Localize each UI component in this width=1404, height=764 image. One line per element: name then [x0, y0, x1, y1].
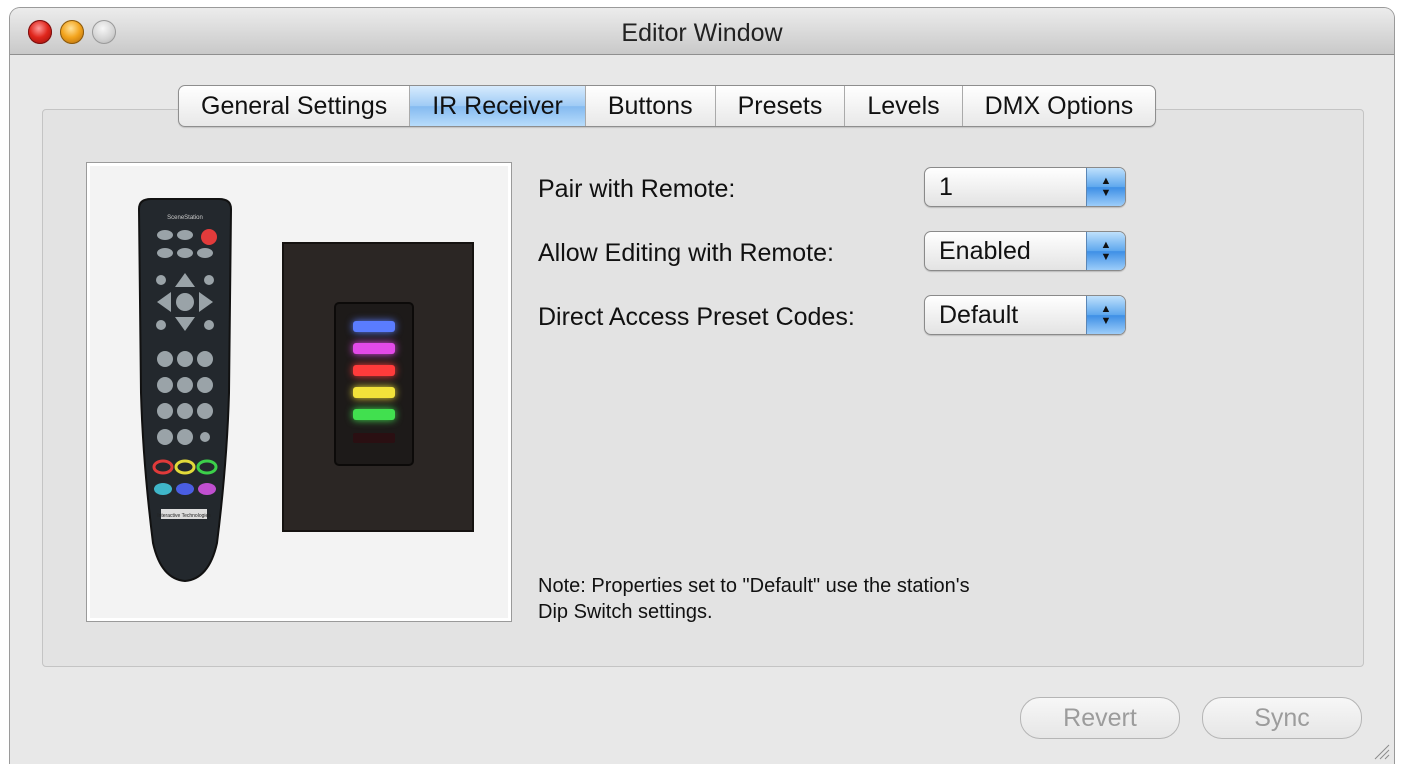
pair-with-remote-label: Pair with Remote: [538, 175, 736, 203]
note-line-2: Dip Switch settings. [538, 601, 713, 623]
led-indicator [353, 365, 395, 376]
revert-button[interactable]: Revert [1020, 697, 1180, 739]
remote-control-image: SceneStation Interactive Technologies [137, 198, 233, 583]
note-line-1: Note: Properties set to "Default" use th… [538, 575, 970, 597]
led-indicator [353, 387, 395, 398]
title-bar[interactable]: Editor Window [10, 8, 1394, 55]
chevron-updown-icon: ▲ ▼ [1086, 232, 1125, 270]
allow-editing-select[interactable]: Enabled ▲ ▼ [924, 231, 1126, 271]
wall-station-image [282, 242, 474, 532]
window-title: Editor Window [621, 19, 783, 47]
led-indicator [353, 343, 395, 354]
remote-brand-text: SceneStation [167, 215, 203, 221]
allow-editing-value: Enabled [939, 237, 1031, 265]
led-indicator [353, 321, 395, 332]
device-illustration: SceneStation Interactive Technologies [137, 198, 474, 583]
tab-buttons[interactable]: Buttons [584, 86, 715, 126]
tab-general-settings[interactable]: General Settings [179, 86, 409, 126]
resize-grip-icon[interactable] [1372, 742, 1390, 760]
direct-access-codes-select[interactable]: Default ▲ ▼ [924, 295, 1126, 335]
chevron-updown-icon: ▲ ▼ [1086, 296, 1125, 334]
tab-ir-receiver[interactable]: IR Receiver [409, 86, 585, 126]
direct-access-codes-label: Direct Access Preset Codes: [538, 303, 855, 331]
ir-receiver-window [353, 433, 395, 443]
led-indicator [353, 409, 395, 420]
allow-editing-label: Allow Editing with Remote: [538, 239, 834, 267]
pair-with-remote-select[interactable]: 1 ▲ ▼ [924, 167, 1126, 207]
editor-window: Editor Window General Settings IR Receiv… [10, 8, 1394, 764]
tab-dmx-options[interactable]: DMX Options [961, 86, 1156, 126]
tab-bar: General Settings IR Receiver Buttons Pre… [178, 85, 1157, 127]
direct-access-codes-value: Default [939, 301, 1019, 329]
remote-maker-text: Interactive Technologies [157, 513, 211, 519]
device-image-well: SceneStation Interactive Technologies [86, 162, 512, 622]
tab-presets[interactable]: Presets [714, 86, 845, 126]
note-text: Note: Properties set to "Default" use th… [538, 573, 970, 625]
pair-with-remote-value: 1 [939, 173, 953, 201]
window-content: General Settings IR Receiver Buttons Pre… [10, 55, 1394, 764]
sync-button[interactable]: Sync [1202, 697, 1362, 739]
chevron-updown-icon: ▲ ▼ [1086, 168, 1125, 206]
tab-levels[interactable]: Levels [844, 86, 961, 126]
